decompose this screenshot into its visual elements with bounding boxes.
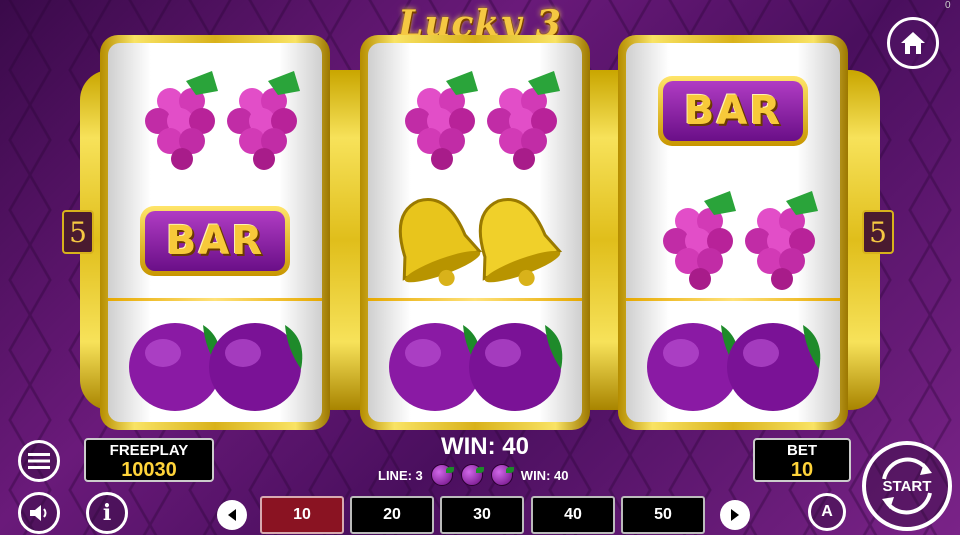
info-button[interactable]: i xyxy=(86,492,128,534)
plum-icon xyxy=(389,322,563,411)
bar-label: BAR xyxy=(145,210,285,271)
bet-option-10[interactable]: 10 xyxy=(260,496,344,534)
corner-mark: 0 xyxy=(945,0,951,11)
bet-option-20[interactable]: 20 xyxy=(350,496,434,534)
sound-button[interactable] xyxy=(18,492,60,534)
right-line-indicator: 5 xyxy=(862,210,894,254)
bar-symbol: BAR xyxy=(108,178,322,303)
start-button[interactable]: START xyxy=(862,441,952,531)
reel-2 xyxy=(360,35,590,430)
grapes-icon xyxy=(663,190,818,290)
home-icon xyxy=(901,32,925,54)
win-amount: WIN: 40 xyxy=(440,433,529,460)
reel-1: BAR xyxy=(100,35,330,430)
line-win-info: LINE: 3 WIN: 40 xyxy=(378,462,608,488)
line-number-label: LINE: 3 xyxy=(378,467,423,483)
grapes-symbol xyxy=(108,53,322,178)
plum-icon xyxy=(430,464,454,486)
autoplay-button[interactable]: A xyxy=(808,493,846,531)
grapes-symbol xyxy=(626,173,840,298)
grapes-symbol xyxy=(368,53,582,178)
plum-icon xyxy=(129,322,303,411)
bar-label: BAR xyxy=(663,80,803,141)
plum-icon xyxy=(490,464,514,486)
bet-label: BET xyxy=(787,442,817,459)
freeplay-value: 10030 xyxy=(121,459,177,481)
bell-symbol xyxy=(368,178,582,303)
menu-button[interactable] xyxy=(18,440,60,482)
grapes-icon xyxy=(145,70,300,170)
bet-option-40[interactable]: 40 xyxy=(531,496,615,534)
left-line-indicator: 5 xyxy=(62,210,94,254)
grapes-icon xyxy=(405,70,560,170)
arrow-left-icon xyxy=(228,509,236,521)
plum-symbol xyxy=(108,301,322,422)
plum-icon xyxy=(647,322,821,411)
arrow-right-icon xyxy=(731,509,739,521)
start-label: START xyxy=(882,477,932,495)
menu-icon xyxy=(28,453,50,469)
plum-symbol xyxy=(626,301,840,422)
bet-next-button[interactable] xyxy=(720,500,750,530)
bet-prev-button[interactable] xyxy=(217,500,247,530)
bet-option-50[interactable]: 50 xyxy=(621,496,705,534)
home-button[interactable] xyxy=(887,17,939,69)
bet-value: 10 xyxy=(790,459,814,481)
info-icon: i xyxy=(102,500,112,526)
bet-option-30[interactable]: 30 xyxy=(440,496,524,534)
plum-icon xyxy=(460,464,484,486)
bell-icon xyxy=(398,197,563,286)
bet-panel: BET 10 xyxy=(753,438,851,482)
bar-symbol: BAR xyxy=(626,48,840,173)
autoplay-icon: A xyxy=(821,503,833,520)
line-win-label: WIN: 40 xyxy=(520,467,569,483)
plum-symbol xyxy=(368,301,582,422)
speaker-icon xyxy=(30,505,47,521)
reel-3: BAR xyxy=(618,35,848,430)
freeplay-label: FREEPLAY xyxy=(109,442,189,459)
freeplay-panel: FREEPLAY 10030 xyxy=(84,438,214,482)
